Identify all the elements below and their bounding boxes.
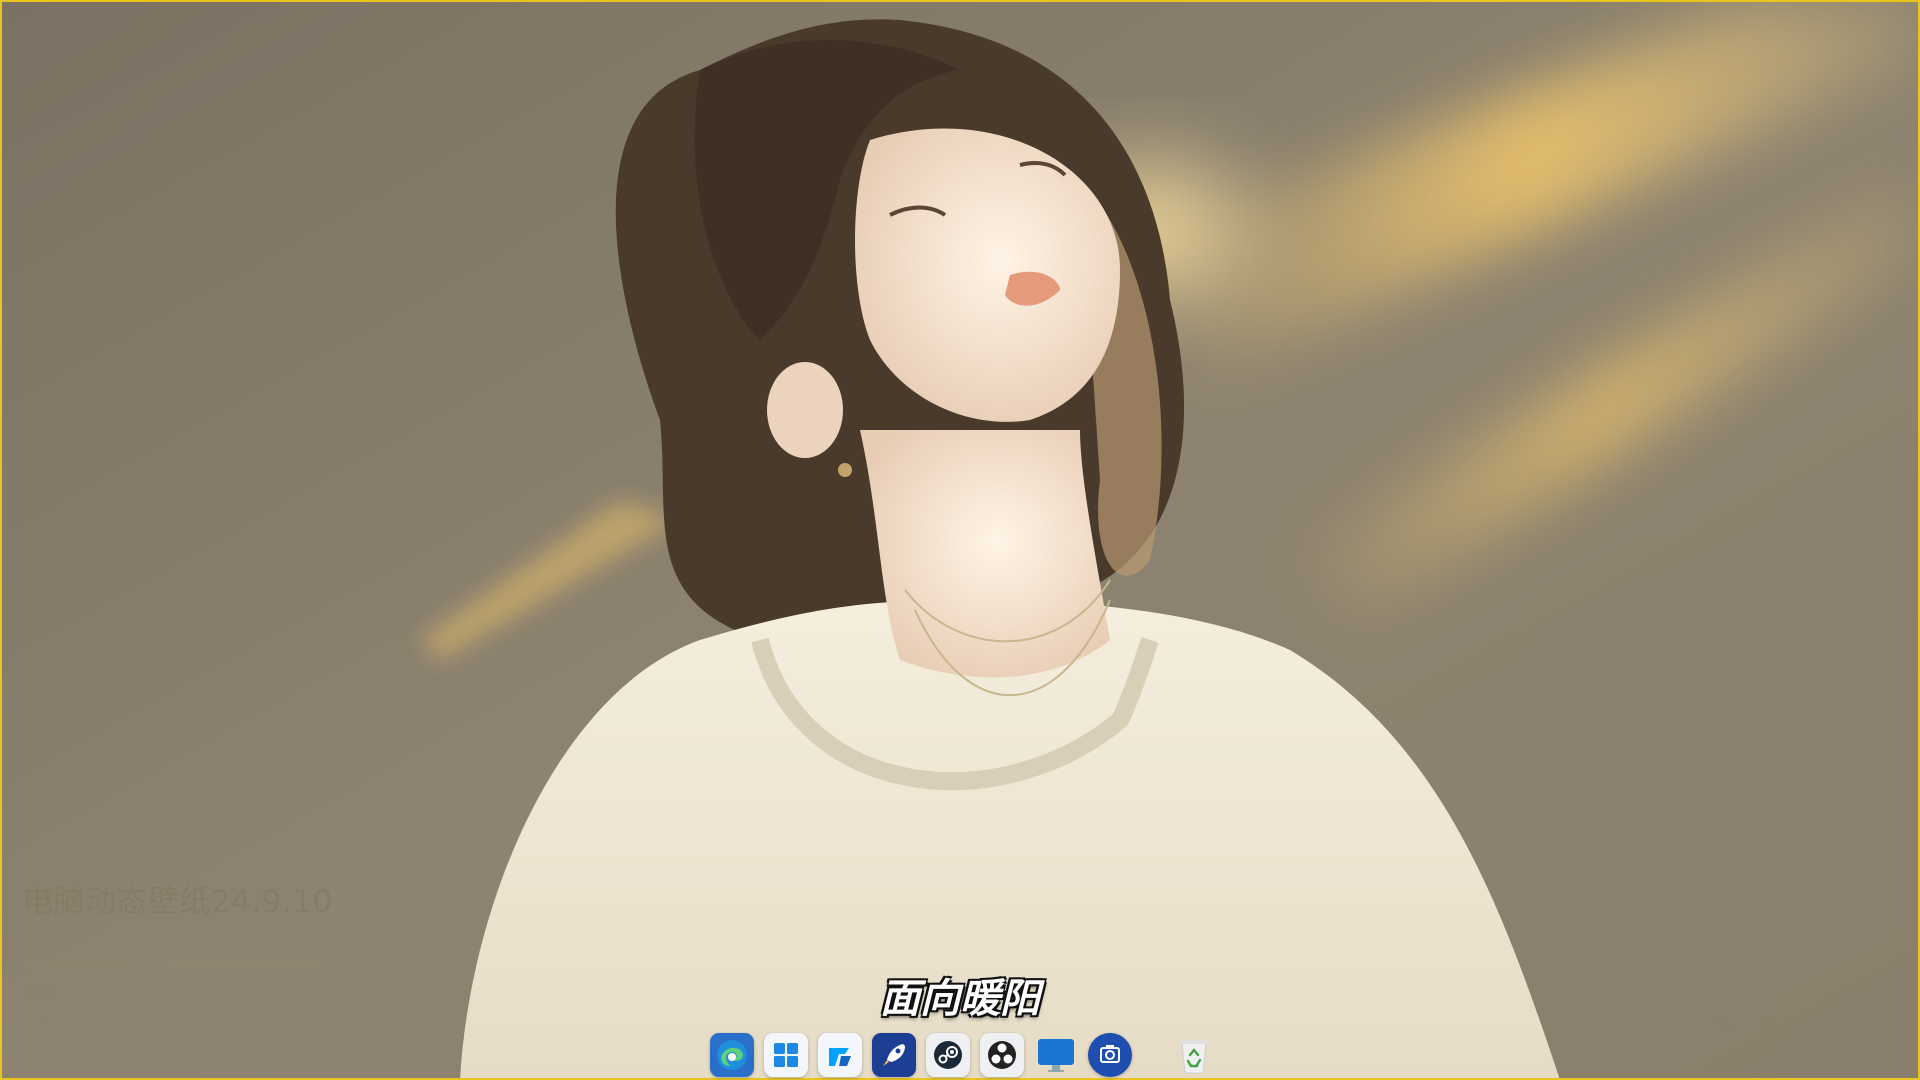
recycle-bin-icon [1180, 1040, 1208, 1074]
taskbar-obs-button[interactable] [980, 1033, 1024, 1077]
rocket-icon [883, 1044, 905, 1066]
taskbar-rocket-button[interactable] [872, 1033, 916, 1077]
obs-icon [988, 1041, 1016, 1069]
wallpaper-watermark: 电脑动态壁纸24.9.10 [22, 884, 333, 920]
windows-start-icon [774, 1043, 798, 1067]
steam-icon [934, 1041, 962, 1069]
todesk-icon [829, 1048, 851, 1066]
taskbar-edge-button[interactable] [710, 1033, 754, 1077]
monitor-icon [1038, 1039, 1074, 1072]
screenshot-icon [1100, 1045, 1120, 1063]
video-subtitle: 面向暖阳 [880, 976, 1040, 1022]
taskbar-recycle-bin-button[interactable] [1172, 1033, 1216, 1077]
taskbar-todesk-button[interactable] [818, 1033, 862, 1077]
taskbar [710, 1030, 1216, 1080]
taskbar-screenshot-button[interactable] [1088, 1033, 1132, 1077]
taskbar-monitor-button[interactable] [1034, 1033, 1078, 1077]
edge-icon [717, 1040, 747, 1070]
taskbar-start-button[interactable] [764, 1033, 808, 1077]
taskbar-steam-button[interactable] [926, 1033, 970, 1077]
